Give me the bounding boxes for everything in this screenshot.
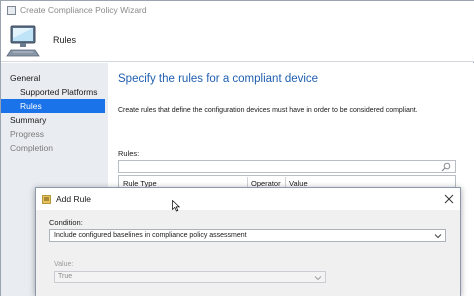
nav-item-completion: Completion xyxy=(10,143,53,153)
value-select: True xyxy=(54,271,326,283)
close-icon[interactable] xyxy=(442,192,456,206)
dialog-body: Condition: Include configured baselines … xyxy=(36,210,460,296)
window-title: Create Compliance Policy Wizard xyxy=(20,5,147,15)
chevron-down-icon[interactable] xyxy=(434,232,442,240)
window-icon xyxy=(7,5,16,15)
page-description: Create rules that define the configurati… xyxy=(118,107,418,114)
nav-item-general[interactable]: General xyxy=(1,71,108,85)
search-icon[interactable] xyxy=(441,162,451,172)
nav-item-rules[interactable]: Rules xyxy=(1,99,105,113)
page-heading: Specify the rules for a compliant device xyxy=(118,73,319,85)
nav-item-summary[interactable]: Summary xyxy=(1,113,108,127)
wizard-header: Rules xyxy=(1,19,474,62)
mouse-cursor-icon xyxy=(172,200,180,212)
value-selected-value: True xyxy=(58,273,73,280)
rules-search-input[interactable] xyxy=(118,160,456,173)
value-label: Value: xyxy=(54,261,74,268)
step-title: Rules xyxy=(53,35,77,45)
dialog-title: Add Rule xyxy=(56,194,91,204)
condition-selected-value: Include configured baselines in complian… xyxy=(54,232,247,239)
dialog-titlebar: Add Rule xyxy=(36,188,460,210)
condition-select[interactable]: Include configured baselines in complian… xyxy=(49,229,446,242)
chevron-down-icon xyxy=(314,276,322,281)
window-titlebar: Create Compliance Policy Wizard xyxy=(1,1,474,19)
nav-item-supported-platforms[interactable]: Supported Platforms xyxy=(1,85,108,99)
condition-label: Condition: xyxy=(49,218,83,227)
nav-item-progress: Progress xyxy=(10,129,45,139)
computer-icon xyxy=(6,25,40,57)
rule-icon xyxy=(42,194,51,204)
add-rule-dialog: Add Rule Condition: Include configured b… xyxy=(35,187,461,296)
rules-label: Rules: xyxy=(118,149,140,158)
